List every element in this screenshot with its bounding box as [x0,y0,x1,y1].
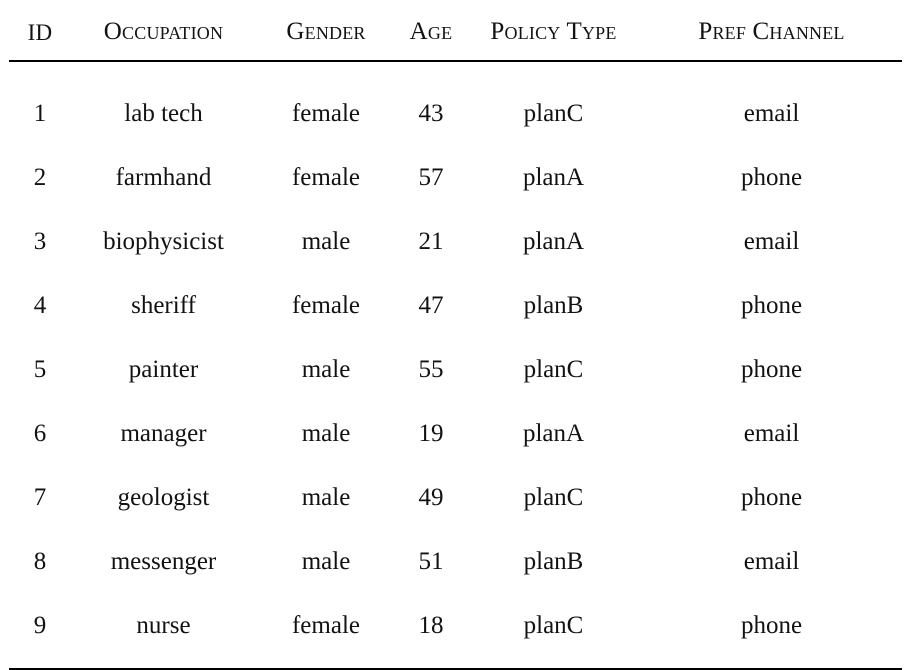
table-body: 1 lab tech female 43 planC email 2 farmhand fema… [9,61,902,669]
cell-policy: planC [523,100,584,127]
cell-channel: email [743,228,800,255]
policyholder-table: ID Occupation Gender Age Policy Type Pre… [9,0,902,670]
cell-channel: email [743,420,800,447]
cell-policy: planA [522,164,585,191]
cell-age: 55 [418,356,444,383]
cell-occ: sheriff [131,292,196,319]
column-header-pref-channel: Pref Channel [698,18,845,45]
cell-channel: phone [740,164,803,191]
cell-policy: planC [523,356,584,383]
cell-age: 18 [418,612,444,639]
cell-gender: male [301,420,351,447]
cell-policy: planC [523,612,584,639]
table-row: 7 geologist male 49 planC phone [9,466,902,530]
cell-policy: planB [523,292,584,319]
cell-channel: phone [740,356,803,383]
cell-id: 1 [33,100,47,127]
cell-channel: phone [740,484,803,511]
column-header-policy-type: Policy Type [490,18,617,45]
table-row: 2 farmhand female 57 planA phone [9,146,902,210]
cell-policy: planC [523,484,584,511]
cell-gender: male [301,484,351,511]
cell-occ: farmhand [115,164,212,191]
cell-id: 2 [33,164,47,191]
table-row: 5 painter male 55 planC phone [9,338,902,402]
column-header-gender: Gender [286,18,366,45]
cell-gender: female [291,612,360,639]
table-container: ID Occupation Gender Age Policy Type Pre… [0,0,911,669]
cell-channel: phone [740,612,803,639]
cell-id: 6 [33,420,47,447]
cell-channel: email [743,100,800,127]
cell-age: 21 [418,228,444,255]
cell-age: 51 [418,548,444,575]
table-header: ID Occupation Gender Age Policy Type Pre… [9,0,902,61]
cell-channel: phone [740,292,803,319]
table-row: 6 manager male 19 planA email [9,402,902,466]
cell-policy: planB [523,548,584,575]
cell-policy: planA [522,228,585,255]
cell-id: 5 [33,356,47,383]
cell-age: 47 [418,292,444,319]
cell-occ: painter [128,356,199,383]
cell-gender: female [291,164,360,191]
cell-gender: male [301,228,351,255]
cell-gender: male [301,548,351,575]
cell-age: 57 [418,164,444,191]
cell-occ: messenger [110,548,217,575]
table-row: 4 sheriff female 47 planB phone [9,274,902,338]
cell-id: 3 [33,228,47,255]
column-header-occupation: Occupation [103,18,224,45]
column-header-age: Age [409,18,453,45]
cell-policy: planA [522,420,585,447]
cell-occ: geologist [117,484,210,511]
table-row: 1 lab tech female 43 planC email [9,61,902,146]
cell-age: 43 [418,100,444,127]
cell-gender: female [291,100,360,127]
cell-occ: nurse [136,612,191,639]
table-row: 9 nurse female 18 planC phone [9,594,902,669]
table-row: 8 messenger male 51 planB email [9,530,902,594]
cell-id: 7 [33,484,47,511]
cell-id: 8 [33,548,47,575]
column-header-id: ID [27,20,53,45]
cell-channel: email [743,548,800,575]
cell-occ: lab tech [124,100,203,127]
cell-age: 19 [418,420,444,447]
cell-age: 49 [418,484,444,511]
header-row: ID Occupation Gender Age Policy Type Pre… [9,0,902,61]
cell-gender: male [301,356,351,383]
cell-occ: biophysicist [103,228,224,255]
cell-id: 4 [33,292,47,319]
cell-occ: manager [120,420,207,447]
table-row: 3 biophysicist male 21 planA email [9,210,902,274]
cell-gender: female [291,292,360,319]
cell-id: 9 [33,612,47,639]
